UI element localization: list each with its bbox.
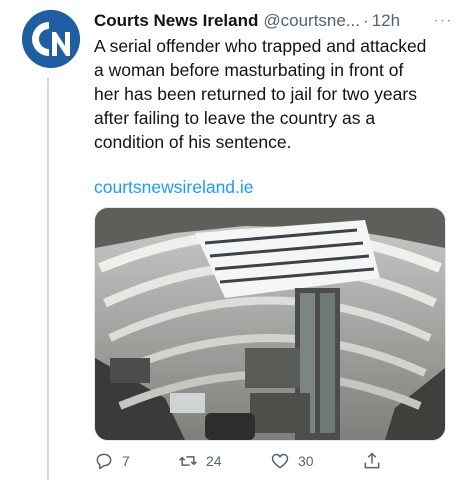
- reply-icon: [96, 453, 112, 470]
- avatar[interactable]: [22, 10, 80, 68]
- tweet-text-line: A serial offender who trapped and attack…: [94, 36, 427, 56]
- share-icon: [364, 452, 380, 469]
- tweet-media-image[interactable]: [94, 207, 446, 441]
- retweet-count: 24: [206, 453, 222, 469]
- more-horizontal-icon: ···: [433, 12, 453, 29]
- thread-line: [47, 78, 49, 480]
- like-count: 30: [298, 453, 314, 469]
- more-options-button[interactable]: ···: [430, 10, 456, 32]
- retweet-icon: [179, 456, 197, 466]
- tweet-text-line: a woman before masturbating in front of: [94, 60, 404, 80]
- retweet-button[interactable]: 24: [178, 450, 222, 472]
- heart-icon: [271, 453, 289, 469]
- timestamp[interactable]: 12h: [372, 11, 400, 31]
- tweet-text-line: her has been returned to jail for two ye…: [94, 84, 417, 104]
- share-button[interactable]: [362, 450, 390, 472]
- reply-count: 7: [122, 453, 130, 469]
- tweet-text: A serial offender who trapped and attack…: [94, 34, 454, 154]
- separator: ·: [363, 11, 369, 30]
- atrium-photo: [95, 208, 445, 440]
- tweet-link[interactable]: courtsnewsireland.ie: [94, 175, 254, 199]
- like-button[interactable]: 30: [270, 450, 314, 472]
- tweet-actions: 7 24 30: [94, 450, 404, 472]
- user-handle[interactable]: @courtsne...: [263, 11, 360, 31]
- tweet-text-line: condition of his sentence.: [94, 132, 292, 152]
- reply-button[interactable]: 7: [94, 450, 130, 472]
- tweet-text-line: after failing to leave the country as a: [94, 108, 376, 128]
- courts-news-ireland-logo: [22, 10, 80, 68]
- tweet-header: Courts News Ireland @courtsne... · 12h ·…: [94, 10, 456, 32]
- display-name[interactable]: Courts News Ireland: [94, 11, 258, 31]
